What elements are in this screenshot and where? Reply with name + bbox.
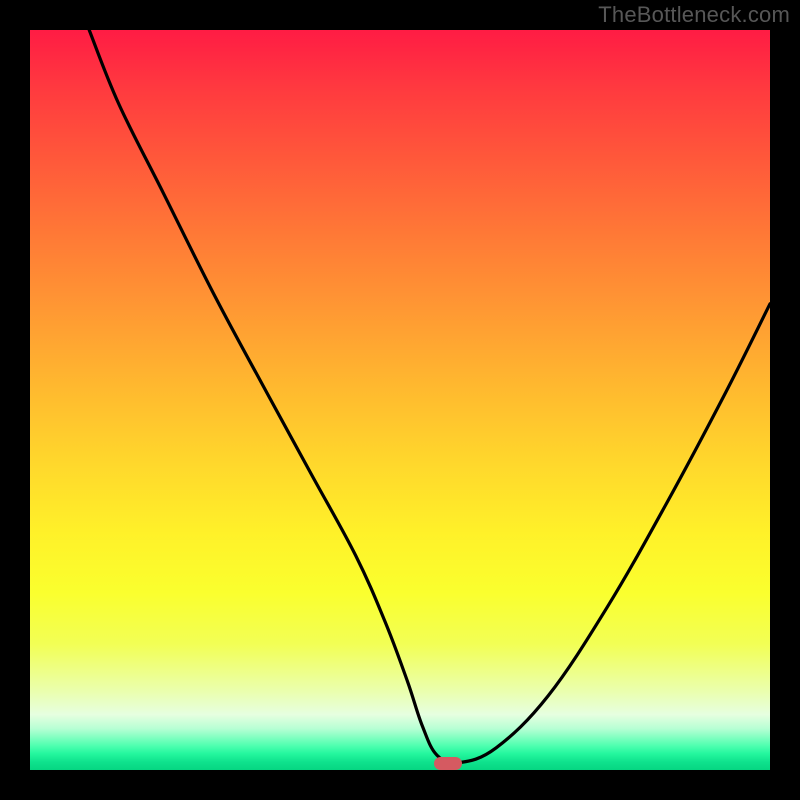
bottleneck-curve (30, 30, 770, 770)
watermark-text: TheBottleneck.com (598, 2, 790, 28)
chart-frame: TheBottleneck.com (0, 0, 800, 800)
optimal-point-marker (434, 757, 462, 770)
plot-area (30, 30, 770, 770)
